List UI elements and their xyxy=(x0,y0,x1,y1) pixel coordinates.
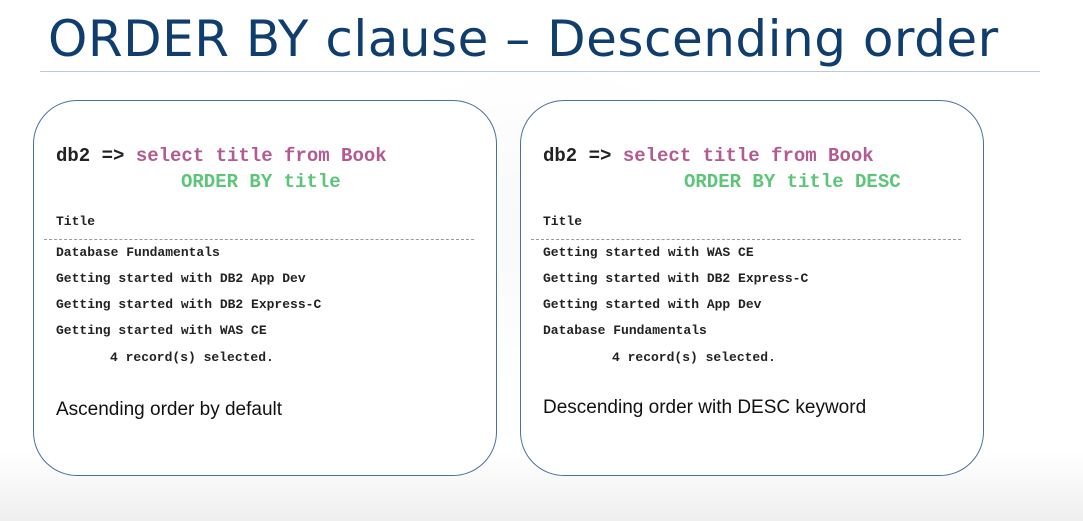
order-by-clause: ORDER BY title xyxy=(181,171,341,193)
title-divider xyxy=(40,71,1040,72)
order-clause-line: ORDER BY title xyxy=(181,169,341,195)
result-row: Getting started with DB2 App Dev xyxy=(56,271,306,286)
slide-title: ORDER BY clause – Descending order xyxy=(48,10,999,68)
result-row: Getting started with WAS CE xyxy=(56,323,267,338)
records-selected-summary: 4 record(s) selected. xyxy=(612,350,776,365)
result-row: Database Fundamentals xyxy=(543,323,707,338)
order-by-desc-clause: ORDER BY title DESC xyxy=(684,171,901,193)
order-clause-line: ORDER BY title DESC xyxy=(684,169,901,195)
result-row: Getting started with DB2 Express-C xyxy=(56,297,322,312)
panel-caption: Ascending order by default xyxy=(56,399,283,420)
db2-prompt: db2 => xyxy=(56,145,125,167)
result-row: Database Fundamentals xyxy=(56,245,220,260)
header-separator xyxy=(44,239,474,240)
db2-prompt: db2 => xyxy=(543,145,612,167)
sql-command: db2 => select title from Book xyxy=(543,143,874,169)
header-separator xyxy=(531,239,961,240)
result-row: Getting started with App Dev xyxy=(543,297,762,312)
sql-command: db2 => select title from Book xyxy=(56,143,387,169)
records-selected-summary: 4 record(s) selected. xyxy=(110,350,274,365)
ascending-example-panel: db2 => select title from Book ORDER BY t… xyxy=(33,100,497,476)
panel-caption: Descending order with DESC keyword xyxy=(543,397,867,418)
result-row: Getting started with DB2 Express-C xyxy=(543,271,809,286)
descending-example-panel: db2 => select title from Book ORDER BY t… xyxy=(520,100,984,476)
column-header: Title xyxy=(56,214,96,229)
column-header: Title xyxy=(543,214,583,229)
select-statement: select title from Book xyxy=(135,145,387,167)
select-statement: select title from Book xyxy=(622,145,874,167)
result-row: Getting started with WAS CE xyxy=(543,245,754,260)
